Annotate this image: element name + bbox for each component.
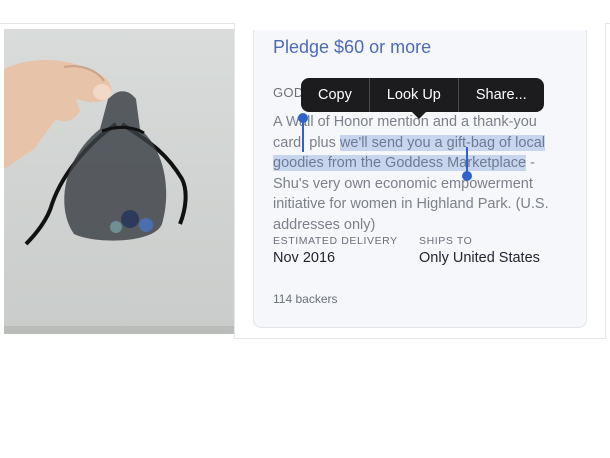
estimated-delivery-value: Nov 2016	[273, 250, 336, 266]
gift-bag-image	[4, 59, 188, 246]
pledge-title[interactable]: Pledge $60 or more	[273, 37, 431, 58]
backers-count: 114 backers	[273, 292, 338, 306]
reward-photo	[4, 29, 234, 334]
ships-to-label: SHIPS TO	[419, 235, 473, 247]
share-menu-item[interactable]: Share...	[459, 78, 544, 112]
text-context-menu: Copy Look Up Share...	[301, 78, 544, 119]
photo-floor	[4, 326, 234, 334]
estimated-delivery-label: ESTIMATED DELIVERY	[273, 235, 398, 247]
look-up-menu-item[interactable]: Look Up	[370, 78, 458, 112]
reward-heading: GOD	[273, 85, 304, 100]
copy-menu-item[interactable]: Copy	[301, 78, 369, 112]
reward-description[interactable]: A Wall of Honor mention and a thank-you …	[273, 112, 573, 235]
selection-start-handle[interactable]	[298, 113, 308, 152]
ships-to-value: Only United States	[419, 250, 540, 266]
selection-end-handle[interactable]	[462, 147, 472, 181]
